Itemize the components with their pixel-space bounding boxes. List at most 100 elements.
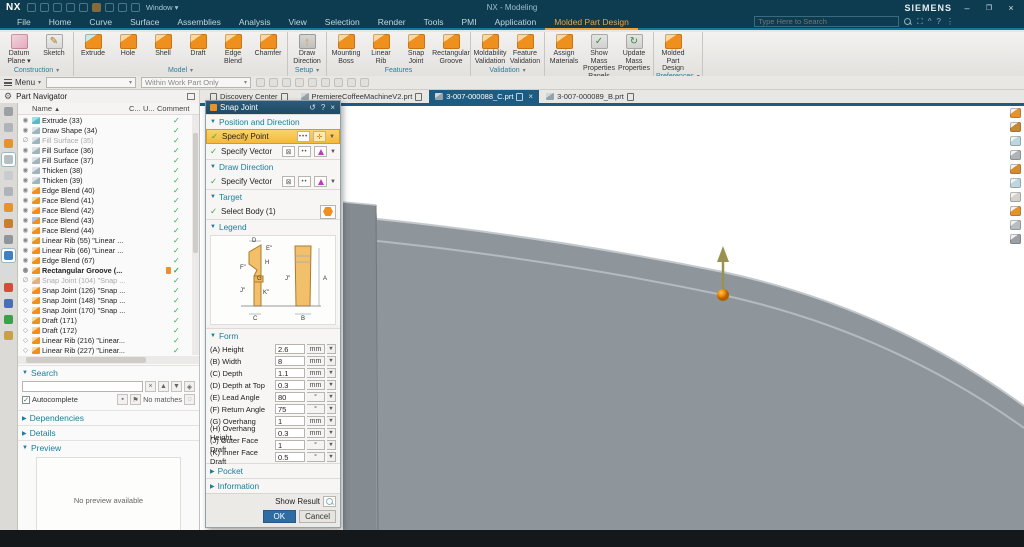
minimize-ribbon-icon[interactable]: ^	[928, 17, 932, 26]
tree-row-snap-joint-104-snap[interactable]: ∅Snap Joint (104) "Snap ...✓	[18, 275, 199, 285]
visibility-toggle-icon[interactable]: ◉	[21, 216, 30, 224]
extrude-button[interactable]: Extrude	[76, 33, 110, 58]
feature-blend-icon[interactable]	[1010, 234, 1021, 244]
draft-button[interactable]: Draft	[181, 33, 215, 58]
tree-row-snap-joint-126-snap[interactable]: ◇Snap Joint (126) "Snap ...✓	[18, 285, 199, 295]
color-palette-icon[interactable]	[2, 281, 15, 294]
value-input[interactable]: 2.6	[275, 344, 305, 354]
visibility-toggle-icon[interactable]: ◇	[21, 336, 30, 344]
dialog-help-icon[interactable]: ?	[320, 103, 326, 112]
feature-snap-icon[interactable]	[1010, 108, 1021, 118]
tree-column-headers[interactable]: Name ▲ C... U... Comment	[18, 103, 199, 115]
visibility-toggle-icon[interactable]: ◇	[21, 326, 30, 334]
ribbon-group-label[interactable]: Features	[329, 65, 468, 76]
linear-rib-button[interactable]: Linear Rib	[364, 33, 398, 65]
visibility-toggle-icon[interactable]: ◉	[21, 126, 30, 134]
visibility-toggle-icon[interactable]: ◉	[21, 176, 30, 184]
feature-groove-icon[interactable]	[1010, 206, 1021, 216]
ok-button[interactable]: OK	[263, 510, 297, 523]
visibility-toggle-icon[interactable]: ◉	[21, 246, 30, 254]
selection-filter-dropdown[interactable]: ▾	[46, 77, 136, 88]
formula-dropdown-icon[interactable]: ▼	[327, 392, 336, 402]
ribbon-tab-analysis[interactable]: Analysis	[230, 16, 280, 28]
details-section-header[interactable]: ▶Details	[18, 425, 199, 440]
cancel-button[interactable]: Cancel	[299, 510, 336, 523]
visibility-toggle-icon[interactable]: ◉	[21, 186, 30, 194]
tree-row-draw-shape-34[interactable]: ◉Draw Shape (34)✓	[18, 125, 199, 135]
redo-icon[interactable]	[53, 3, 62, 12]
more-options-icon[interactable]: ⋮	[946, 17, 954, 26]
autocomplete-checkbox[interactable]: ✓	[22, 396, 30, 404]
ribbon-tab-view[interactable]: View	[280, 16, 316, 28]
formula-dropdown-icon[interactable]: ▼	[327, 440, 336, 450]
vector-dialog-icon[interactable]: ••	[298, 176, 311, 187]
search-options-icon[interactable]: ◈	[184, 381, 195, 392]
history-icon[interactable]	[2, 265, 15, 278]
feature-surface2-icon[interactable]	[1010, 150, 1021, 160]
visibility-toggle-icon[interactable]: ◉	[21, 156, 30, 164]
notifications-icon[interactable]	[2, 169, 15, 182]
visibility-toggle-icon[interactable]: ◉	[21, 196, 30, 204]
reset-icon[interactable]: ↺	[308, 103, 317, 112]
value-input[interactable]: 1	[275, 416, 305, 426]
web-browser-icon[interactable]	[2, 249, 15, 262]
search-up-icon[interactable]: ▲	[158, 381, 169, 392]
search-section-header[interactable]: ▼Search	[18, 365, 199, 380]
edge-blend-button[interactable]: Edge Blend	[216, 33, 250, 65]
visibility-toggle-icon[interactable]: ◇	[21, 286, 30, 294]
tree-row-thicken-38[interactable]: ◉Thicken (38)✓	[18, 165, 199, 175]
tree-row-rectangular-groove[interactable]: ◉Rectangular Groove (...✓	[18, 265, 199, 275]
unit-field[interactable]: mm	[307, 368, 325, 378]
ribbon-group-label[interactable]: Setup▾	[290, 65, 324, 76]
ribbon-tab-home[interactable]: Home	[40, 16, 81, 28]
constraint-navigator-icon[interactable]	[2, 137, 15, 150]
cut-icon[interactable]	[66, 3, 75, 12]
information-section[interactable]: ▶Information	[206, 479, 340, 493]
search-icon[interactable]	[904, 18, 912, 26]
ribbon-tab-curve[interactable]: Curve	[80, 16, 121, 28]
tree-row-fill-surface-36[interactable]: ◉Fill Surface (36)✓	[18, 145, 199, 155]
feature-draft-icon[interactable]	[1010, 220, 1021, 230]
rectangular-groove-button[interactable]: Rectangular Groove	[434, 33, 468, 65]
part-navigator-icon[interactable]	[2, 153, 15, 166]
save-icon[interactable]	[27, 3, 36, 12]
tree-horizontal-scrollbar[interactable]	[18, 356, 199, 364]
tree-row-face-blend-44[interactable]: ◉Face Blend (44)✓	[18, 225, 199, 235]
value-input[interactable]: 0.3	[275, 380, 305, 390]
unit-field[interactable]: mm	[307, 416, 325, 426]
select-body-row[interactable]: ✓Select Body (1)	[206, 204, 340, 219]
search-settings-icon[interactable]: ▪	[117, 394, 128, 405]
value-input[interactable]: 80	[275, 392, 305, 402]
formula-dropdown-icon[interactable]: ▼	[327, 404, 336, 414]
tree-row-fill-surface-37[interactable]: ◉Fill Surface (37)✓	[18, 155, 199, 165]
tree-row-thicken-39[interactable]: ◉Thicken (39)✓	[18, 175, 199, 185]
tree-row-linear-rib-227-linear[interactable]: ◇Linear Rib (227) "Linear...✓	[18, 345, 199, 355]
value-input[interactable]: 8	[275, 356, 305, 366]
body-icon[interactable]	[320, 205, 336, 219]
visibility-toggle-icon[interactable]: ◇	[21, 296, 30, 304]
unit-field[interactable]: mm	[307, 356, 325, 366]
handles-icon[interactable]	[2, 329, 15, 342]
selection-scope-dropdown[interactable]: Within Work Part Only▾	[141, 77, 251, 88]
unit-field[interactable]: °	[307, 452, 325, 462]
unit-field[interactable]: mm	[307, 428, 325, 438]
tree-row-linear-rib-216-linear[interactable]: ◇Linear Rib (216) "Linear...✓	[18, 335, 199, 345]
formula-dropdown-icon[interactable]: ▼	[327, 428, 336, 438]
visibility-toggle-icon[interactable]: ∅	[21, 136, 30, 144]
vector-dialog-icon[interactable]: ••	[298, 146, 311, 157]
unit-field[interactable]: °	[307, 440, 325, 450]
search-go-icon[interactable]: ◌	[184, 394, 195, 405]
feature-validation-button[interactable]: Feature Validation	[508, 33, 542, 65]
chamfer-button[interactable]: Chamfer	[251, 33, 285, 58]
ribbon-tab-file[interactable]: File	[8, 16, 40, 28]
molded-part-design-button[interactable]: Molded Part Design	[656, 33, 690, 73]
tree-row-edge-blend-40[interactable]: ◉Edge Blend (40)✓	[18, 185, 199, 195]
draw-direction-vector-row[interactable]: ✓Specify Vector ⊠ •• ▼	[206, 174, 340, 189]
reuse-library-icon[interactable]	[2, 185, 15, 198]
shell-button[interactable]: Shell	[146, 33, 180, 58]
window-menu[interactable]: Window ▾	[146, 3, 179, 12]
unit-field[interactable]: mm	[307, 344, 325, 354]
tree-row-face-blend-43[interactable]: ◉Face Blend (43)✓	[18, 215, 199, 225]
form-section[interactable]: ▼Form	[206, 329, 340, 343]
vector-icon[interactable]	[314, 176, 327, 187]
